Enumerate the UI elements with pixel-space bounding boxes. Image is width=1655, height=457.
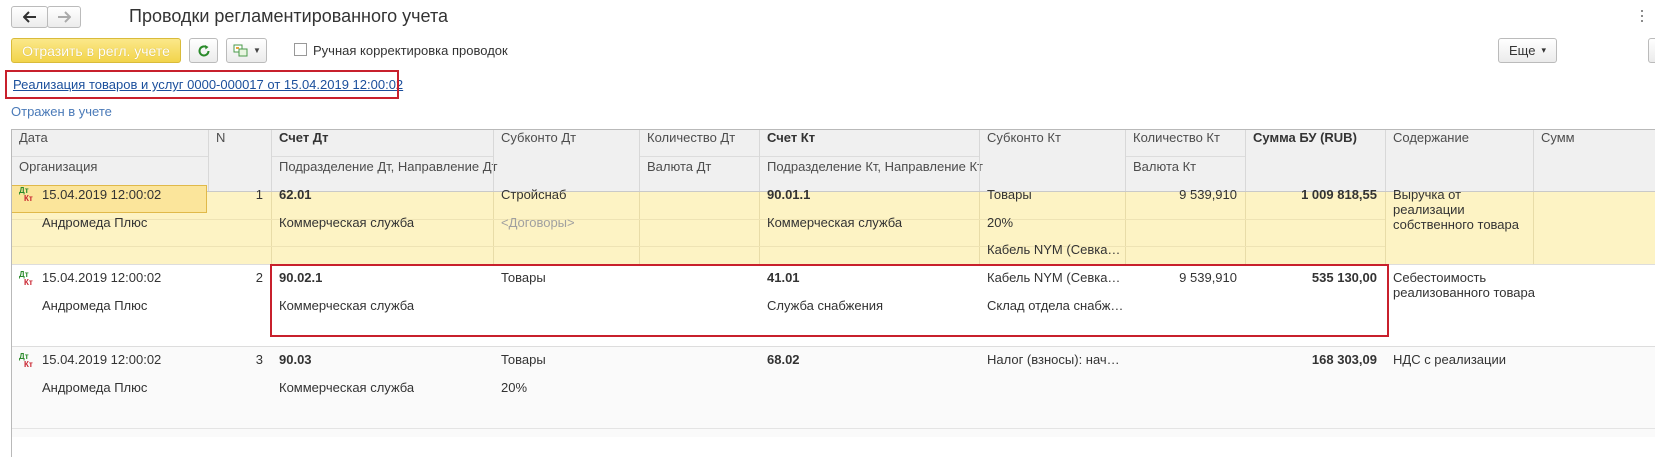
document-structure-icon bbox=[233, 44, 248, 56]
col-org[interactable]: Организация bbox=[19, 159, 97, 174]
cell-date: 15.04.2019 12:00:02 bbox=[42, 187, 162, 202]
table-header: Дата Организация N Счет Дт Подразделение… bbox=[12, 130, 1655, 192]
cell-subconto-kt-1: Кабель NYM (Севка… bbox=[987, 270, 1121, 285]
arrow-left-icon bbox=[22, 11, 36, 23]
col-acct-kt[interactable]: Счет Кт bbox=[767, 130, 815, 145]
cell-acct-kt: 41.01 bbox=[767, 270, 800, 285]
cell-acct-dt: 90.03 bbox=[279, 352, 312, 367]
cell-sum: 1 009 818,55 bbox=[1301, 187, 1377, 202]
cell-content-2: реализованного товара bbox=[1393, 285, 1535, 300]
cell-n: 2 bbox=[255, 270, 263, 285]
col-subconto-kt[interactable]: Субконто Кт bbox=[987, 130, 1061, 145]
arrow-right-icon bbox=[58, 11, 71, 23]
table-row[interactable]: Дт Кт 15.04.2019 12:00:02 Андромеда Плюс … bbox=[12, 346, 1655, 437]
cell-subconto-dt-1: Товары bbox=[501, 270, 546, 285]
col-date[interactable]: Дата bbox=[19, 130, 48, 145]
entry-type-icon: Дт Кт bbox=[19, 270, 33, 287]
cell-content-2: реализации bbox=[1393, 202, 1465, 217]
cell-date: 15.04.2019 12:00:02 bbox=[42, 352, 162, 367]
cell-org: Андромеда Плюс bbox=[42, 215, 148, 230]
cell-acct-dt: 62.01 bbox=[279, 187, 312, 202]
cell-acct-dt: 90.02.1 bbox=[279, 270, 323, 285]
cell-subdiv-kt: Коммерческая служба bbox=[767, 215, 903, 230]
col-subdiv-dt[interactable]: Подразделение Дт, Направление Дт bbox=[279, 159, 497, 174]
more-button[interactable]: Еще ▾ bbox=[1498, 38, 1557, 63]
cell-content-1: Себестоимость bbox=[1393, 270, 1487, 285]
cell-content-1: Выручка от bbox=[1393, 187, 1462, 202]
col-sum2[interactable]: Сумм bbox=[1541, 130, 1575, 145]
col-sum[interactable]: Сумма БУ (RUB) bbox=[1253, 130, 1357, 145]
cell-subconto-dt-1: Товары bbox=[501, 352, 546, 367]
more-button-label: Еще bbox=[1509, 43, 1536, 58]
table-row[interactable]: Дт Кт 15.04.2019 12:00:02 Андромеда Плюс … bbox=[12, 185, 1655, 274]
cell-sum: 535 130,00 bbox=[1311, 270, 1377, 285]
structure-dropdown-button[interactable]: ▼ bbox=[226, 38, 267, 63]
col-qty-kt[interactable]: Количество Кт bbox=[1133, 130, 1220, 145]
cell-org: Андромеда Плюс bbox=[42, 298, 148, 313]
cell-qty-kt: 9 539,910 bbox=[1179, 187, 1237, 202]
refresh-button[interactable] bbox=[189, 38, 218, 63]
cell-org: Андромеда Плюс bbox=[42, 380, 148, 395]
page-title: Проводки регламентированного учета bbox=[129, 6, 449, 26]
col-subconto-dt[interactable]: Субконто Дт bbox=[501, 130, 576, 145]
entry-type-icon: Дт Кт bbox=[19, 352, 33, 369]
cell-content-1: НДС с реализации bbox=[1393, 352, 1507, 367]
cell-n: 3 bbox=[255, 352, 263, 367]
chevron-down-icon: ▼ bbox=[253, 46, 261, 55]
cell-n: 1 bbox=[255, 187, 263, 202]
cell-subconto-kt-1: Налог (взносы): нач… bbox=[987, 352, 1120, 367]
entry-type-icon: Дт Кт bbox=[19, 186, 33, 203]
cell-content-3: собственного товара bbox=[1393, 217, 1519, 232]
entries-table[interactable]: Дата Организация N Счет Дт Подразделение… bbox=[11, 129, 1655, 457]
cell-subconto-kt-2: Склад отдела снабж… bbox=[987, 298, 1124, 313]
col-n[interactable]: N bbox=[216, 130, 225, 145]
refresh-icon bbox=[198, 44, 209, 56]
cell-subconto-dt-1: Стройснаб bbox=[501, 187, 567, 202]
help-button-partial[interactable] bbox=[1648, 38, 1655, 63]
chevron-down-icon: ▾ bbox=[1541, 45, 1546, 55]
cell-subconto-kt-2: 20% bbox=[987, 215, 1014, 230]
manual-correction-checkbox[interactable] bbox=[294, 43, 307, 56]
cell-subdiv-dt: Коммерческая служба bbox=[279, 298, 415, 313]
cell-subdiv-dt: Коммерческая служба bbox=[279, 215, 415, 230]
manual-correction-label: Ручная корректировка проводок bbox=[313, 43, 508, 58]
cell-subconto-dt-2: <Договоры> bbox=[501, 215, 575, 230]
cell-qty-kt: 9 539,910 bbox=[1179, 270, 1237, 285]
cell-subconto-kt-3: Кабель NYM (Севка… bbox=[987, 242, 1121, 257]
col-content[interactable]: Содержание bbox=[1393, 130, 1469, 145]
cell-subconto-kt-1: Товары bbox=[987, 187, 1032, 202]
cell-subdiv-dt: Коммерческая служба bbox=[279, 380, 415, 395]
posting-status: Отражен в учете bbox=[11, 104, 112, 119]
cell-date: 15.04.2019 12:00:02 bbox=[42, 270, 162, 285]
cell-acct-kt: 90.01.1 bbox=[767, 187, 811, 202]
cell-subdiv-kt: Служба снабжения bbox=[767, 298, 884, 313]
table-row[interactable]: Дт Кт 15.04.2019 12:00:02 Андромеда Плюс … bbox=[12, 264, 1655, 347]
col-acct-dt[interactable]: Счет Дт bbox=[279, 130, 328, 145]
cell-sum: 168 303,09 bbox=[1311, 352, 1377, 367]
col-qty-dt[interactable]: Количество Дт bbox=[647, 130, 735, 145]
cell-acct-kt: 68.02 bbox=[767, 352, 800, 367]
col-subdiv-kt[interactable]: Подразделение Кт, Направление Кт bbox=[767, 159, 983, 174]
back-button[interactable] bbox=[11, 6, 48, 28]
forward-button[interactable] bbox=[47, 6, 81, 28]
cell-subconto-dt-2: 20% bbox=[501, 380, 528, 395]
post-to-accounting-button[interactable]: Отразить в регл. учете bbox=[11, 38, 181, 63]
more-options-icon[interactable] bbox=[1641, 10, 1644, 25]
document-link[interactable]: Реализация товаров и услуг 0000-000017 о… bbox=[13, 77, 403, 92]
col-cur-kt[interactable]: Валюта Кт bbox=[1133, 159, 1196, 174]
col-cur-dt[interactable]: Валюта Дт bbox=[647, 159, 711, 174]
